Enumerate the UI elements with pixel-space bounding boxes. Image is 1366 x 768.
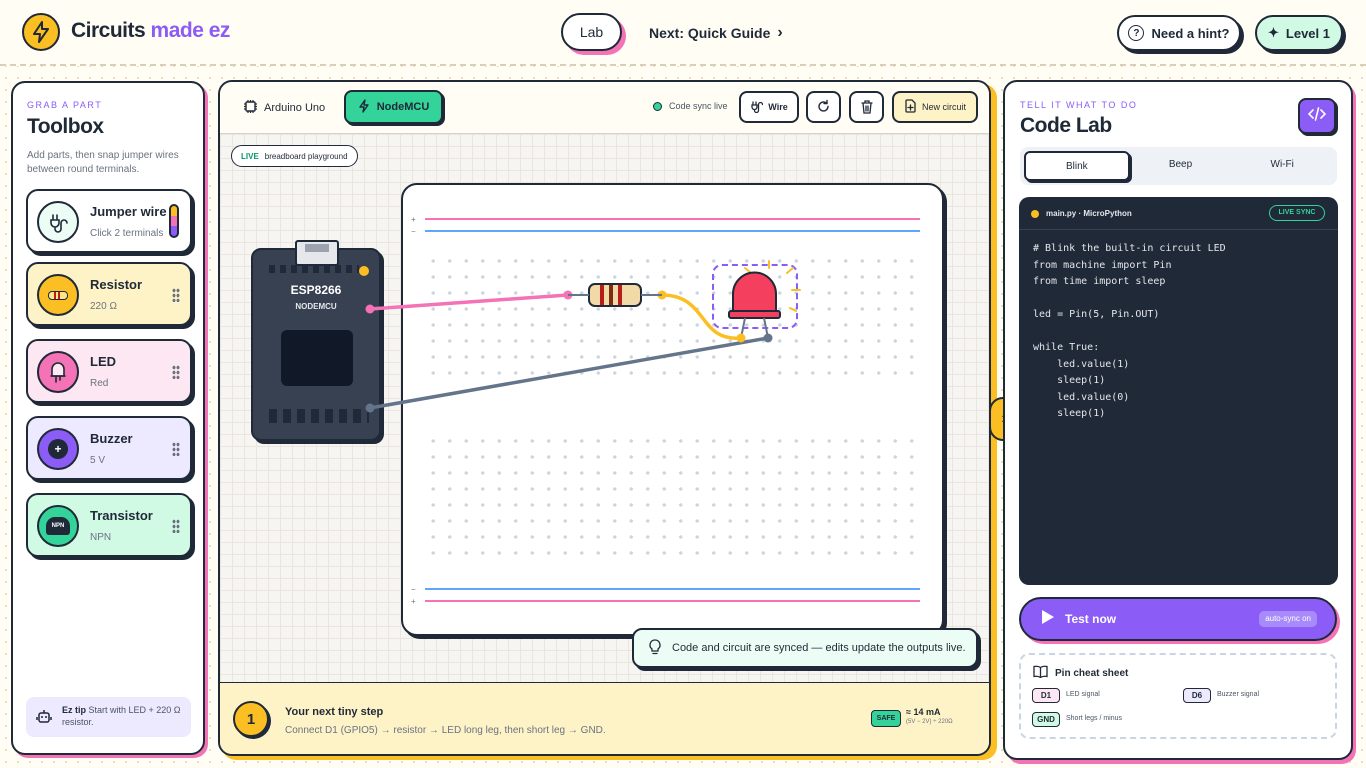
logo-accent: made ez <box>145 19 231 42</box>
led-icon <box>37 351 79 393</box>
terminal-dot[interactable] <box>365 304 375 314</box>
toolbox-title: Toolbox <box>27 115 104 138</box>
level-badge[interactable]: ✦ Level 1 <box>1255 15 1343 51</box>
drag-handle-icon[interactable] <box>172 519 180 533</box>
buzzer-icon: + <box>37 428 79 470</box>
book-icon <box>1033 665 1048 681</box>
wire-pink[interactable] <box>368 293 570 311</box>
help-circle-icon: ? <box>1128 25 1145 41</box>
tool-resistor[interactable]: Resistor 220 Ω <box>26 262 192 326</box>
drag-handle-icon[interactable] <box>172 288 180 302</box>
tab-beep[interactable]: Beep <box>1130 151 1232 181</box>
drag-handle-icon[interactable] <box>172 442 180 456</box>
tool-name: LED <box>90 354 116 369</box>
tool-transistor[interactable]: NPN Transistor NPN <box>26 493 192 557</box>
play-icon <box>1041 609 1055 630</box>
file-name: main.py · MicroPython <box>1046 209 1132 218</box>
test-now-label: Test now <box>1065 612 1117 626</box>
cheat-header: Pin cheat sheet <box>1033 665 1128 681</box>
led-component[interactable] <box>728 260 801 343</box>
tab-wifi[interactable]: Wi-Fi <box>1231 151 1333 181</box>
code-icon <box>1307 106 1327 127</box>
robot-icon <box>36 709 52 730</box>
next-prefix: Next: <box>649 25 688 41</box>
resistor-icon <box>37 274 79 316</box>
tool-buzzer[interactable]: + Buzzer 5 V <box>26 416 192 480</box>
tool-sub: 5 V <box>90 455 106 466</box>
need-hint-button[interactable]: ? Need a hint? <box>1117 15 1241 51</box>
top-header: Circuits made ez Lab Next: Quick Guide ›… <box>0 0 1366 66</box>
plug-icon <box>37 201 79 243</box>
toolbox-eyebrow: GRAB A PART <box>27 100 103 110</box>
lab-tab[interactable]: Lab <box>561 13 622 51</box>
hint-label: Need a hint? <box>1151 25 1230 41</box>
current-formula: (5V − 2V) ÷ 220Ω <box>906 719 953 725</box>
sync-toast: Code and circuit are synced — edits upda… <box>632 628 978 668</box>
safe-badge: SAFE <box>871 710 901 727</box>
logo-word: Circuits <box>71 19 146 42</box>
step-number: 1 <box>233 701 269 737</box>
pin-chip: D1 <box>1032 688 1060 703</box>
step-text: Connect D1 (GPIO5) → resistor → LED long… <box>285 725 606 736</box>
file-dot <box>1031 210 1039 218</box>
test-now-button[interactable]: Test now auto-sync on <box>1019 597 1337 641</box>
app-logo[interactable]: Circuits made ez <box>71 19 230 43</box>
auto-sync-badge: auto-sync on <box>1259 611 1317 627</box>
toolbox-description: Add parts, then snap jumper wires betwee… <box>27 150 179 175</box>
editor-divider <box>1019 229 1338 230</box>
step-title: Your next tiny step <box>285 706 384 718</box>
lightbulb-icon <box>648 638 662 658</box>
tip-label: Ez tip <box>62 705 86 715</box>
code-content[interactable]: # Blink the built-in circuit LED from ma… <box>1033 241 1226 423</box>
chevron-right-icon: › <box>777 24 783 41</box>
pin-desc: Buzzer signal <box>1217 691 1260 698</box>
code-view-button[interactable] <box>1298 98 1336 134</box>
pin-desc: Short legs / minus <box>1066 715 1123 722</box>
wire-gray[interactable] <box>368 336 770 410</box>
tool-name: Buzzer <box>90 431 133 446</box>
pin-chip: GND <box>1032 712 1060 727</box>
next-guide-link[interactable]: Next: Quick Guide › <box>649 24 783 42</box>
tool-sub: NPN <box>90 532 112 543</box>
toast-text: Code and circuit are synced — edits upda… <box>672 642 966 654</box>
lightning-logo-icon <box>22 13 60 51</box>
tool-led[interactable]: LED Red <box>26 339 192 403</box>
code-tabs: Blink Beep Wi-Fi <box>1020 147 1337 185</box>
current-value: ≈ 14 mA <box>906 707 941 717</box>
resistor-component[interactable] <box>568 283 662 307</box>
pin-desc: LED signal <box>1066 691 1100 698</box>
codelab-eyebrow: TELL IT WHAT TO DO <box>1020 100 1138 110</box>
sparkle-icon: ✦ <box>1268 25 1279 40</box>
transistor-icon: NPN <box>37 505 79 547</box>
pin-chip: D6 <box>1183 688 1211 703</box>
tool-jumper-wire[interactable]: Jumper wire Click 2 terminals <box>26 189 192 253</box>
ez-tip: Ez tip Start with LED + 220 Ω resistor. <box>26 697 191 737</box>
tool-name: Jumper wire <box>90 204 167 219</box>
tool-sub: Red <box>90 378 109 389</box>
transistor-icon-label: NPN <box>46 517 70 535</box>
drag-handle-icon[interactable] <box>172 365 180 379</box>
live-sync-badge: LIVE SYNC <box>1269 205 1325 221</box>
tab-blink[interactable]: Blink <box>1024 151 1130 181</box>
tool-sub: 220 Ω <box>90 301 117 312</box>
codelab-title: Code Lab <box>1020 114 1112 137</box>
pin-cheat-sheet: Pin cheat sheet D1 LED signal D6 Buzzer … <box>1019 653 1337 739</box>
terminal-dot[interactable] <box>365 403 375 413</box>
next-label: Quick Guide <box>687 25 771 41</box>
cheat-title: Pin cheat sheet <box>1055 667 1129 679</box>
tool-name: Transistor <box>90 508 153 523</box>
wire-color-swatch <box>169 204 179 238</box>
level-label: Level 1 <box>1285 25 1330 41</box>
tool-sub: Click 2 terminals <box>90 228 164 239</box>
lab-tab-label: Lab <box>579 24 604 40</box>
code-editor[interactable]: main.py · MicroPython LIVE SYNC # Blink … <box>1019 197 1338 585</box>
tool-name: Resistor <box>90 277 143 292</box>
